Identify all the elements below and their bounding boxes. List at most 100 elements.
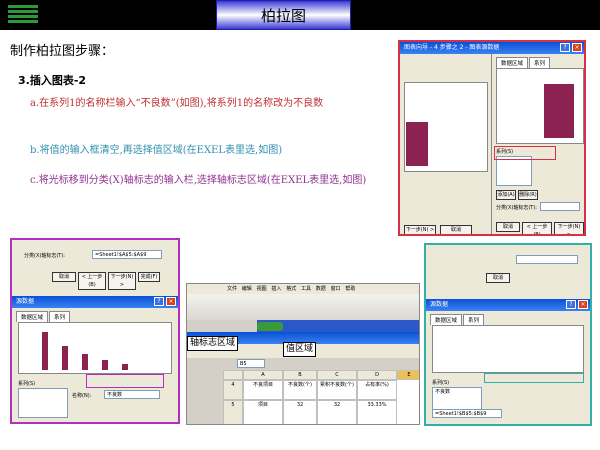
series-list[interactable] [496,156,532,186]
step-c-text: c.将光标移到分类(X)轴标志的输入栏,选择轴标志区域(在EXEL表里选,如图) [30,175,367,186]
menu-view[interactable]: 视图 [257,286,267,292]
header-cell-4[interactable]: 占有率(%) [357,380,397,400]
column-header-b[interactable]: B [283,370,317,380]
close-icon[interactable]: × [166,297,176,306]
column-header-d[interactable]: D [357,370,397,380]
column-header-c[interactable]: C [317,370,357,380]
tab-series[interactable]: 系列 [49,311,71,322]
background-cancel-button[interactable]: 取消 [440,225,472,234]
name-label: 名称(N): [72,393,92,399]
value-field-highlight [484,373,584,383]
close-icon[interactable]: × [572,43,582,52]
name-field-highlight [86,374,164,388]
series-label: 系列(S) [18,381,36,387]
chart-bar-1 [42,332,48,370]
data-cell-2[interactable]: 32 [283,400,317,424]
source-dialog-title: 源数据 [16,298,35,305]
value-dialog-title: 源数据 [430,301,449,308]
page-heading: 制作柏拉图步骤： [10,44,115,59]
axis-field-top[interactable]: =Sheet1!$A$5:$A$9 [92,250,162,259]
menu-data[interactable]: 数据 [316,286,326,292]
source-dialog-window: 源数据 ? × 数据区域 系列 系列(S) 名称(N): 不良数 [12,296,178,422]
series-list[interactable] [18,388,68,418]
cancel-button[interactable]: 取消 [496,222,520,232]
column-header-a[interactable]: A [243,370,283,380]
background-next-button[interactable]: 下一步(N) > [404,225,436,234]
help-icon[interactable]: ? [560,43,570,52]
dialog-title-bar: 图表向导 - 4 步骤之 2 - 图表源数据 ? × [400,42,584,54]
menu-help[interactable]: 帮助 [345,286,355,292]
step-a-text: a.在系列1的名称栏输入“不良数”(如图),将系列1的名称改为不良数 [30,98,324,109]
top-cancel-button[interactable]: 取消 [52,272,76,282]
data-cell-4[interactable]: 33.33% [357,400,397,424]
add-series-button[interactable]: 添加(A) [496,190,516,200]
menu-insert[interactable]: 插入 [271,286,281,292]
axis-field[interactable] [540,202,580,211]
excel-toolbar [187,294,419,320]
chart-bar-2 [62,346,68,370]
chart-preview [432,325,584,373]
screenshot-value-dialog: 取消 源数据 ? × 数据区域 系列 系列(S) 不良数 =Sheet1!$B$… [424,243,592,426]
header-cell-1[interactable]: 不良项目 [243,380,283,400]
tab-data-range[interactable]: 数据区域 [496,57,529,68]
tab-data-range[interactable]: 数据区域 [430,314,463,325]
help-icon[interactable]: ? [154,297,164,306]
remove-series-button[interactable]: 删除(R) [518,190,538,200]
background-chart-bar [406,122,428,166]
header-cell-2[interactable]: 不良数(个) [283,380,317,400]
logo-icon [8,5,38,25]
callout-value-region: 值区域 [283,342,317,357]
corner-cell[interactable] [223,370,243,380]
chart-bar-3 [82,354,88,370]
background-field[interactable] [516,255,578,264]
dialog-title: 图表向导 - 4 步骤之 2 - 图表源数据 [404,44,500,51]
step-b-text: b.将值的输入框清空,再选择值区域(在EXEL表里选,如图) [30,145,283,156]
tab-series[interactable]: 系列 [463,314,485,325]
menu-window[interactable]: 窗口 [331,286,341,292]
row-number-4[interactable]: 4 [223,380,243,400]
step-subheading: 3.插入图表-2 [18,74,87,87]
source-dialog-title-bar: 源数据 ? × [12,296,178,308]
axis-label: 分类(X)轴标志(T): [496,205,537,211]
close-icon[interactable]: × [578,300,588,309]
row-number-5[interactable]: 5 [223,400,243,424]
top-next-button[interactable]: 下一步(N) > [108,272,136,290]
value-dialog-window: 源数据 ? × 数据区域 系列 系列(S) 不良数 =Sheet1!$B$5:$… [426,299,590,424]
tab-series[interactable]: 系列 [529,57,551,68]
excel-menu-bar: 文件 编辑 视图 插入 格式 工具 数据 窗口 帮助 [187,284,419,294]
series-label: 系列(S) [432,380,450,386]
name-field[interactable]: 不良数 [104,390,160,399]
slide-title-box: 柏拉图 [216,0,351,30]
top-finish-button[interactable]: 完成(F) [138,272,160,282]
value-field[interactable]: =Sheet1!$B$5:$B$9 [432,409,502,418]
screenshot-series-dialog: 图表向导 - 4 步骤之 2 - 图表源数据 ? × 下一步(N) > 取消 数… [398,40,586,236]
menu-format[interactable]: 格式 [286,286,296,292]
name-box[interactable]: B5 [237,359,265,368]
data-cell-1[interactable]: 项目 [243,400,283,424]
value-dialog-title-bar: 源数据 ? × [426,299,590,311]
screenshot-excel: 文件 编辑 视图 插入 格式 工具 数据 窗口 帮助 B5 A B C D E … [186,283,420,425]
help-icon[interactable]: ? [566,300,576,309]
chart-preview-bar [544,84,574,138]
background-cancel-button[interactable]: 取消 [486,273,510,283]
callout-axis-region: 轴标志区域 [187,336,239,351]
spreadsheet-grid: A B C D E 4 不良项目 不良数(个) 累积不良数(个) 占有率(%) … [223,370,419,424]
slide-title: 柏拉图 [260,7,306,25]
next-button[interactable]: 下一步(N) > [554,222,584,234]
source-dialog-tabs: 数据区域 系列 [12,308,178,322]
start-button[interactable] [257,322,283,331]
header-cell-3[interactable]: 累积不良数(个) [317,380,357,400]
name-field-highlight [494,146,556,160]
series-dialog-tabs: 数据区域 系列 [492,54,584,68]
top-back-button[interactable]: < 上一步(B) [78,272,106,290]
back-button[interactable]: < 上一步(B) [522,222,552,234]
tab-data-range[interactable]: 数据区域 [16,311,49,322]
screenshot-source-dialog: 分类(X)轴标志(T): =Sheet1!$A$5:$A$9 取消 < 上一步(… [10,238,180,424]
column-header-e[interactable]: E [397,370,419,380]
data-cell-3[interactable]: 32 [317,400,357,424]
menu-file[interactable]: 文件 [227,286,237,292]
menu-edit[interactable]: 编辑 [242,286,252,292]
value-dialog-tabs: 数据区域 系列 [426,311,590,325]
series-dialog-body: 数据区域 系列 系列(S) 添加(A) 删除(R) 分类(X)轴标志(T): 取… [492,54,584,234]
menu-tools[interactable]: 工具 [301,286,311,292]
